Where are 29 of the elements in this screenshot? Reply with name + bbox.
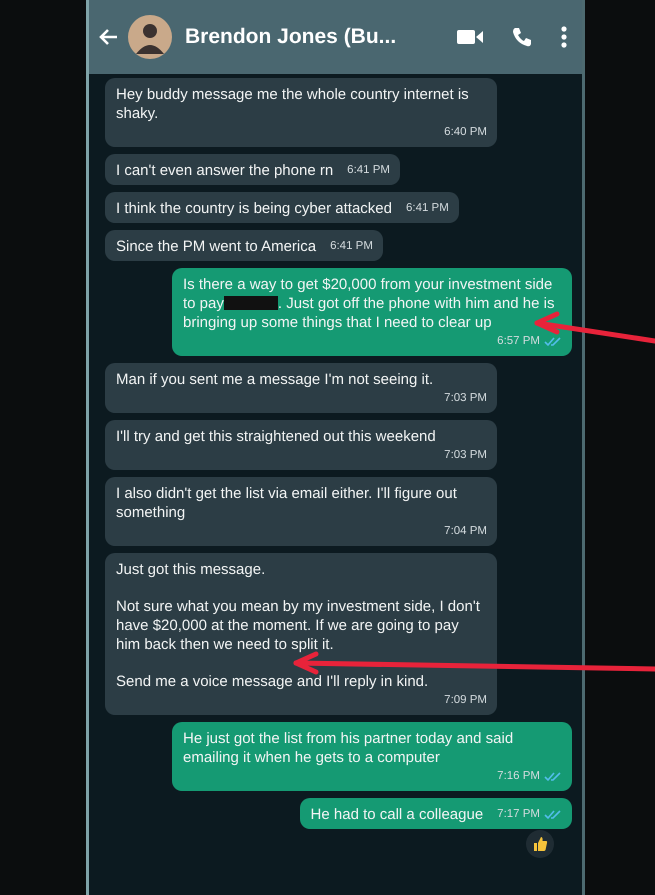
phone-icon[interactable] [510, 25, 534, 49]
message-time: 7:16 PM [497, 769, 540, 784]
message-text: Send me a voice message and I'll reply in kind. [116, 672, 430, 691]
message-time: 7:03 PM [444, 448, 487, 463]
message-text: He had to call a colleague [310, 805, 484, 824]
video-call-icon[interactable] [456, 27, 484, 47]
message-time: 6:41 PM [406, 201, 449, 216]
contact-name[interactable]: Brendon Jones (Bu... [185, 25, 396, 49]
message-time: 6:41 PM [347, 163, 390, 178]
message-text: I also didn't get the list via email either. I'll figure out something [116, 484, 458, 522]
message-text: Hey buddy message me the whole country internet is shaky. [116, 85, 470, 123]
message-text: I think the country is being cyber attacked [116, 199, 392, 218]
message-time: 6:40 PM [444, 125, 487, 140]
message-text: Since the PM went to America [116, 237, 316, 256]
message-time: 6:41 PM [330, 239, 373, 254]
message-time: 7:17 PM [497, 807, 540, 822]
message-text: I'll try and get this straightened out this weekend [116, 427, 436, 446]
message-text: Is there a way to get $20,000 from your investment side to pay . Just got off the phone with him and he is bringing up some things that I need to clear up [183, 275, 556, 332]
message-text: He just got the list from his partner today and said emailing it when he gets to a computer [183, 729, 514, 767]
message-text: Just got this message. [116, 560, 266, 579]
menu-icon[interactable] [560, 25, 568, 49]
message-text: I can't even answer the phone rn [116, 161, 334, 180]
message-time: 7:03 PM [444, 391, 487, 406]
message-time: 7:09 PM [444, 693, 487, 708]
message-time: 6:57 PM [497, 334, 540, 349]
message-text: Man if you sent me a message I'm not seeing it. [116, 370, 434, 389]
message-text: Not sure what you mean by my investment side, I don't have $20,000 at the moment. If we are going to pay him back then we need to split it. [116, 597, 481, 654]
message-time: 7:04 PM [444, 524, 487, 539]
avatar-icon[interactable] [127, 14, 173, 60]
